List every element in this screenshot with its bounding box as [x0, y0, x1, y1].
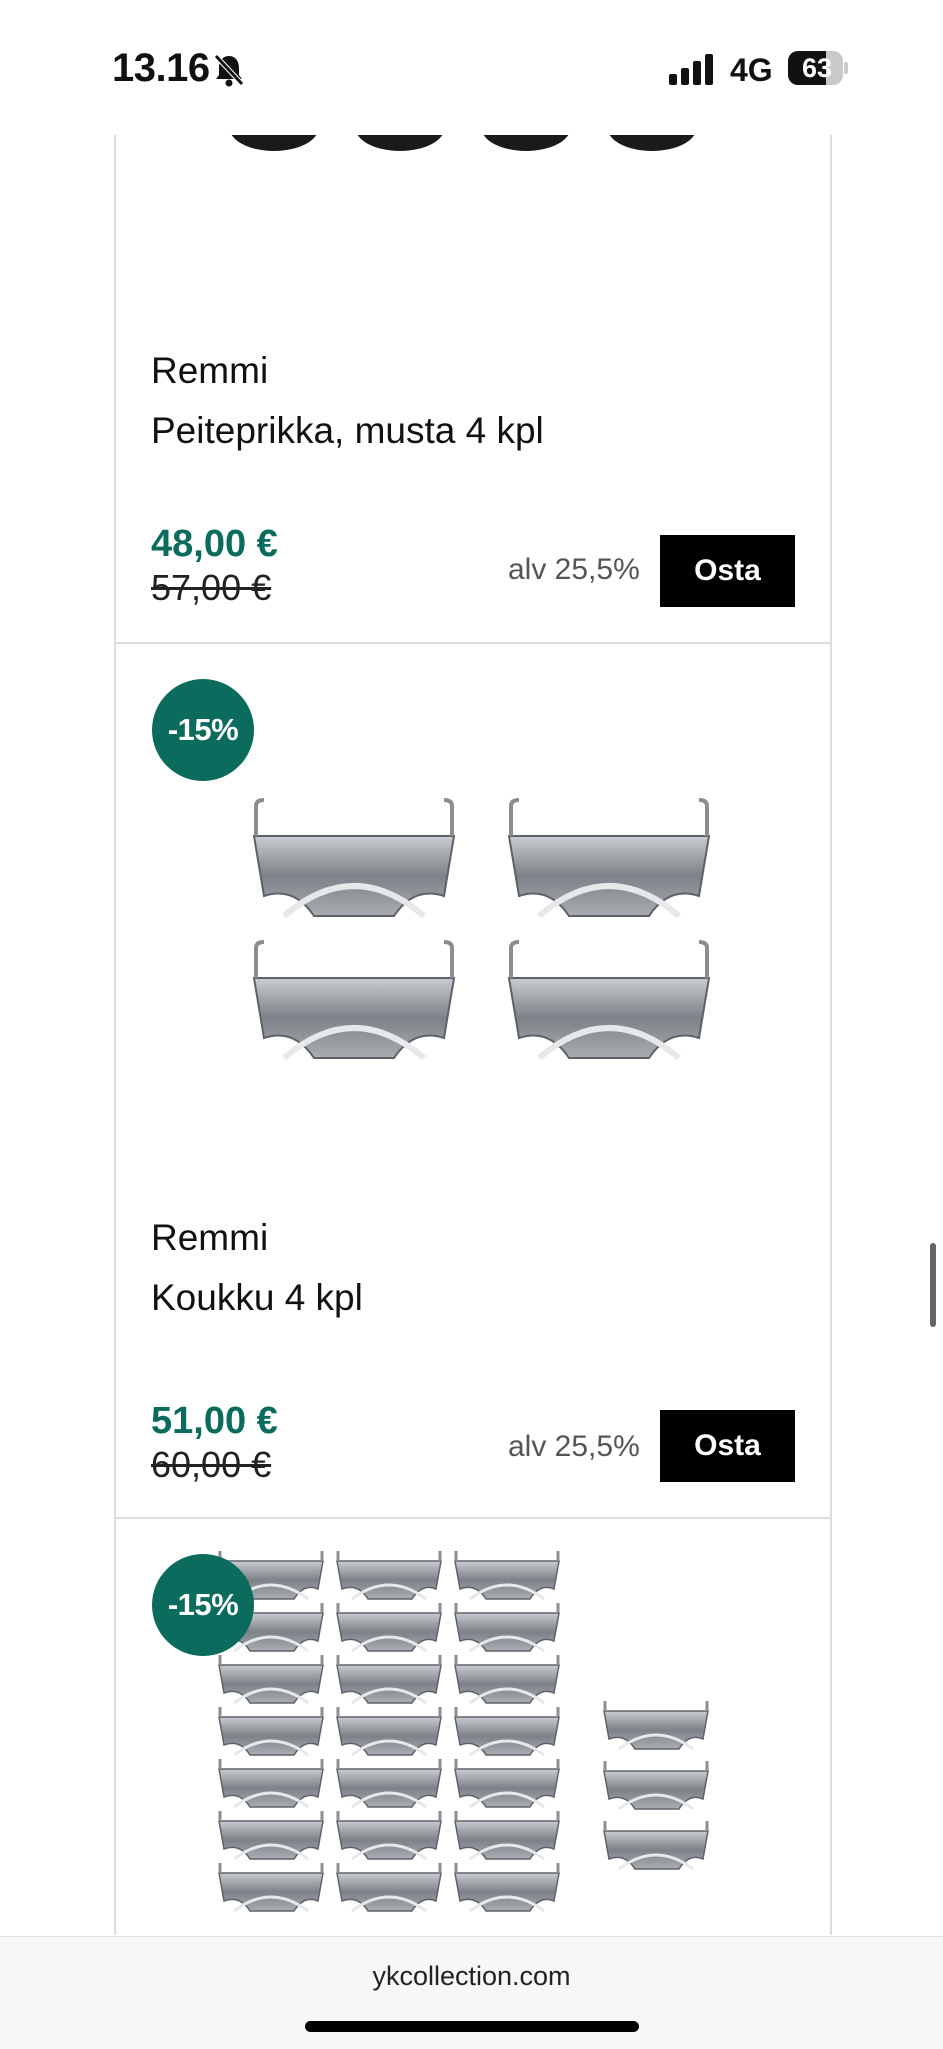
product-image: [217, 1549, 710, 1913]
browser-url-bar[interactable]: ykcollection.com: [0, 1936, 943, 2049]
status-time: 13.16: [112, 46, 210, 90]
product-old-price: 60,00 €: [151, 1444, 272, 1485]
buy-button[interactable]: Osta: [660, 535, 795, 607]
cellular-signal-icon: [668, 52, 718, 86]
product-brand: Remmi: [151, 1217, 269, 1258]
product-name[interactable]: Koukku 4 kpl: [151, 1277, 363, 1319]
network-type: 4G: [730, 52, 773, 88]
discount-badge: -15%: [152, 679, 254, 781]
vat-label: alv 25,5%: [508, 553, 640, 586]
product-price: 51,00 €: [151, 1400, 278, 1442]
product-card[interactable]: Remmi Peiteprikka, musta 4 kpl 48,00 € 5…: [116, 115, 830, 642]
vat-label: alv 25,5%: [508, 1430, 640, 1463]
product-price: 48,00 €: [151, 523, 278, 565]
scrollbar-thumb[interactable]: [930, 1243, 936, 1327]
bell-muted-icon: [212, 52, 246, 88]
discount-badge: -15%: [152, 1554, 254, 1656]
buy-button[interactable]: Osta: [660, 1410, 795, 1482]
product-list: Remmi Peiteprikka, musta 4 kpl 48,00 € 5…: [114, 115, 832, 1935]
url-text[interactable]: ykcollection.com: [0, 1961, 943, 1992]
home-indicator[interactable]: [305, 2021, 639, 2032]
product-name[interactable]: Peiteprikka, musta 4 kpl: [151, 410, 544, 452]
product-old-price: 57,00 €: [151, 567, 272, 608]
product-card[interactable]: -15%: [116, 1519, 830, 1939]
product-card[interactable]: -15% Remmi Koukku 4 kpl 51,00 € 60,00 € …: [116, 644, 830, 1517]
product-image: [244, 796, 744, 1096]
status-bar: 13.16 4G 63: [0, 0, 943, 135]
product-brand: Remmi: [151, 350, 269, 391]
battery-level: 63: [801, 53, 833, 83]
